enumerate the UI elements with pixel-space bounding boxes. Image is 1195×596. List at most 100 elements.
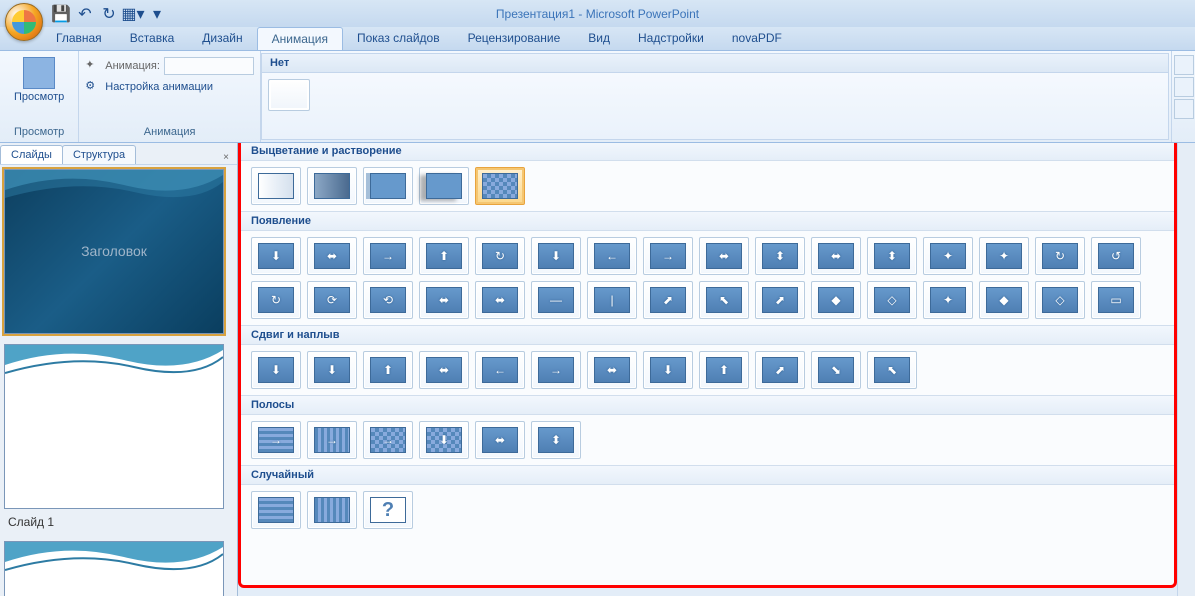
- qat-more-icon[interactable]: ▾: [146, 3, 168, 25]
- transition-tile[interactable]: ⬇: [419, 421, 469, 459]
- tab-addins[interactable]: Надстройки: [624, 27, 718, 50]
- slide-item[interactable]: Заголовок: [4, 169, 233, 334]
- transition-tile[interactable]: ⬈: [755, 351, 805, 389]
- slides-panel-close-icon[interactable]: ×: [219, 150, 233, 164]
- transition-glyph: ⬉: [719, 293, 729, 307]
- transition-glyph: ⬆: [439, 249, 449, 263]
- transition-tile[interactable]: ⬌: [475, 281, 525, 319]
- transition-tile[interactable]: ↺: [1091, 237, 1141, 275]
- side-button-1[interactable]: [1174, 55, 1194, 75]
- transition-tile[interactable]: ↻: [1035, 237, 1085, 275]
- transition-tile[interactable]: ⬇: [251, 237, 301, 275]
- transition-tile[interactable]: ◆: [811, 281, 861, 319]
- transition-tile[interactable]: ▭: [1091, 281, 1141, 319]
- transition-tile[interactable]: ◇: [867, 281, 917, 319]
- side-button-3[interactable]: [1174, 99, 1194, 119]
- transition-tile[interactable]: ✦: [923, 237, 973, 275]
- transition-glyph: ⬌: [831, 249, 841, 263]
- tab-design[interactable]: Дизайн: [188, 27, 256, 50]
- tab-view[interactable]: Вид: [574, 27, 624, 50]
- transition-tile[interactable]: ⬊: [811, 351, 861, 389]
- transition-glyph: →: [550, 363, 562, 377]
- save-icon[interactable]: 💾: [50, 3, 72, 25]
- vertical-scrollbar[interactable]: [1177, 143, 1195, 596]
- transition-tile[interactable]: ⬇: [531, 237, 581, 275]
- transition-tile[interactable]: →: [363, 237, 413, 275]
- transition-tile-inner: ⬌: [482, 287, 518, 313]
- transition-tile[interactable]: ⬌: [587, 351, 637, 389]
- transition-tile[interactable]: ⬌: [475, 421, 525, 459]
- custom-animation-button[interactable]: ⚙ Настройка анимации: [85, 77, 254, 97]
- transition-tile[interactable]: ⬈: [643, 281, 693, 319]
- transition-tile[interactable]: ⬆: [699, 351, 749, 389]
- tab-slideshow[interactable]: Показ слайдов: [343, 27, 454, 50]
- tab-insert[interactable]: Вставка: [116, 27, 189, 50]
- transition-tile[interactable]: ⬇: [251, 351, 301, 389]
- preview-button[interactable]: Просмотр: [6, 55, 72, 105]
- transition-glyph: →: [326, 433, 338, 447]
- transition-tile[interactable]: [419, 167, 469, 205]
- transition-tile[interactable]: [475, 167, 525, 205]
- transition-tile[interactable]: ◇: [1035, 281, 1085, 319]
- transition-tile[interactable]: →: [307, 421, 357, 459]
- transition-tile[interactable]: ⬉: [699, 281, 749, 319]
- slide-thumb-1[interactable]: Заголовок: [4, 169, 224, 334]
- tool-dropdown-icon[interactable]: ▦▾: [122, 3, 144, 25]
- undo-icon[interactable]: ↶: [74, 3, 96, 25]
- transition-tile[interactable]: [363, 167, 413, 205]
- transition-tile[interactable]: ←: [475, 351, 525, 389]
- transition-tile[interactable]: ⬇: [643, 351, 693, 389]
- transition-tile[interactable]: ⬌: [419, 351, 469, 389]
- side-button-2[interactable]: [1174, 77, 1194, 97]
- transition-tile[interactable]: ⬆: [419, 237, 469, 275]
- tab-novapdf[interactable]: novaPDF: [718, 27, 796, 50]
- transition-tile[interactable]: —: [531, 281, 581, 319]
- animation-select[interactable]: [164, 57, 254, 75]
- tab-home[interactable]: Главная: [42, 27, 116, 50]
- transition-tile[interactable]: ↻: [251, 281, 301, 319]
- transition-tile[interactable]: ⬍: [531, 421, 581, 459]
- slide-thumb-2[interactable]: [4, 344, 224, 509]
- transition-tile-inner: ▭: [1098, 287, 1134, 313]
- transition-tile[interactable]: ⬍: [867, 237, 917, 275]
- office-button[interactable]: [5, 3, 43, 41]
- transition-tile[interactable]: ⟲: [363, 281, 413, 319]
- transition-tile[interactable]: ⬉: [867, 351, 917, 389]
- transition-tile[interactable]: ?: [363, 491, 413, 529]
- transition-tile[interactable]: ⬇: [307, 351, 357, 389]
- transition-tile[interactable]: ⬌: [699, 237, 749, 275]
- transition-tile[interactable]: →: [643, 237, 693, 275]
- transition-tile[interactable]: ←: [587, 237, 637, 275]
- transition-tile[interactable]: |: [587, 281, 637, 319]
- tab-slides[interactable]: Слайды: [0, 145, 63, 164]
- transition-tile[interactable]: ⬌: [307, 237, 357, 275]
- transition-tile[interactable]: ⬆: [363, 351, 413, 389]
- transition-tile[interactable]: ◆: [979, 281, 1029, 319]
- transition-tile[interactable]: →: [531, 351, 581, 389]
- slide-item[interactable]: Слайд 1: [4, 344, 233, 531]
- transition-tile-inner: ↻: [482, 243, 518, 269]
- transition-tile[interactable]: ⟳: [307, 281, 357, 319]
- transition-tile[interactable]: ↻: [475, 237, 525, 275]
- transition-tile[interactable]: [307, 167, 357, 205]
- transition-tile[interactable]: ✦: [923, 281, 973, 319]
- transition-tile[interactable]: [251, 491, 301, 529]
- transition-tile-inner: →: [370, 243, 406, 269]
- transition-tile[interactable]: →: [251, 421, 301, 459]
- transition-tile[interactable]: →: [363, 421, 413, 459]
- transition-tile[interactable]: ⬍: [755, 237, 805, 275]
- redo-icon[interactable]: ↻: [98, 3, 120, 25]
- transition-tile[interactable]: ⬈: [755, 281, 805, 319]
- tab-review[interactable]: Рецензирование: [454, 27, 575, 50]
- tab-animation[interactable]: Анимация: [257, 27, 343, 50]
- tab-outline[interactable]: Структура: [62, 145, 136, 164]
- transition-tile[interactable]: [307, 491, 357, 529]
- transition-tile[interactable]: ⬌: [811, 237, 861, 275]
- transition-tile[interactable]: [251, 167, 301, 205]
- ribbon-group-animation: ✦ Анимация: ⚙ Настройка анимации Анимаци…: [79, 51, 261, 142]
- transition-tile[interactable]: ⬌: [419, 281, 469, 319]
- slide-item[interactable]: Слайд 2: [4, 541, 233, 596]
- slide-thumb-3[interactable]: [4, 541, 224, 596]
- transition-tile[interactable]: ✦: [979, 237, 1029, 275]
- transition-none-tile[interactable]: [268, 79, 310, 111]
